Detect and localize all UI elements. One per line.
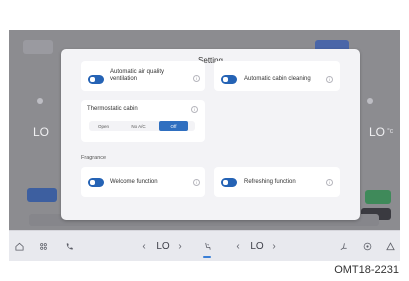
info-icon[interactable]: i [326,179,333,186]
thermostatic-option-off[interactable]: Off [159,121,188,131]
phone-icon[interactable] [59,231,79,262]
refreshing-function-label: Refreshing function [244,179,296,185]
thermostatic-cabin-card: Thermostatic cabin i Open No A/C Off [81,100,205,142]
air-quality-ventilation-card[interactable]: Automatic air quality ventilation i [81,61,205,91]
background-right-temp: LO [369,125,386,139]
bottom-bar: ‹ LO › ‹ LO › [9,230,400,261]
background-left-temp: LO [33,125,50,139]
cabin-cleaning-toggle[interactable] [221,75,237,84]
right-green-button [365,190,391,204]
welcome-function-card[interactable]: Welcome function i [81,167,205,197]
home-icon[interactable] [9,231,29,262]
left-temp-decrease[interactable]: ‹ [137,231,151,262]
right-temp-increase[interactable]: › [267,231,281,262]
left-indicator-dot [37,98,43,104]
info-icon[interactable]: i [193,179,200,186]
refreshing-function-card[interactable]: Refreshing function i [214,167,340,197]
right-temp-decrease[interactable]: ‹ [231,231,245,262]
figure-caption: OMT18-2231 [334,264,399,276]
cabin-cleaning-label: Automatic cabin cleaning [244,76,311,82]
info-icon[interactable]: i [191,106,198,113]
thermostatic-option-open[interactable]: Open [89,121,118,131]
background-right-unit: °c [387,128,394,135]
setting-dialog: Setting Automatic air quality ventilatio… [61,49,360,220]
cabin-cleaning-card[interactable]: Automatic cabin cleaning i [214,61,340,91]
seat-heat-icon[interactable] [333,231,353,262]
active-indicator [203,256,211,258]
left-blue-button [27,188,57,202]
bottom-right-temp: LO [250,241,264,252]
welcome-function-toggle[interactable] [88,178,104,187]
thermostatic-option-no-ac[interactable]: No A/C [124,121,153,131]
info-icon[interactable]: i [326,76,333,83]
info-icon[interactable]: i [193,75,200,82]
fragrance-section-label: Fragrance [81,155,107,161]
refreshing-function-toggle[interactable] [221,178,237,187]
apps-icon[interactable] [33,231,53,262]
thermostatic-mode-selector: Open No A/C Off [89,121,195,131]
alert-icon[interactable] [381,231,400,262]
right-indicator-dot [367,98,373,104]
air-quality-label: Automatic air quality ventilation [110,69,165,82]
welcome-function-label: Welcome function [110,179,158,185]
top-left-tile [23,40,53,54]
bottom-left-temp: LO [156,241,170,252]
fan-icon[interactable] [357,231,377,262]
left-temp-increase[interactable]: › [173,231,187,262]
air-quality-toggle[interactable] [88,75,104,84]
thermostatic-cabin-label: Thermostatic cabin [87,106,138,112]
